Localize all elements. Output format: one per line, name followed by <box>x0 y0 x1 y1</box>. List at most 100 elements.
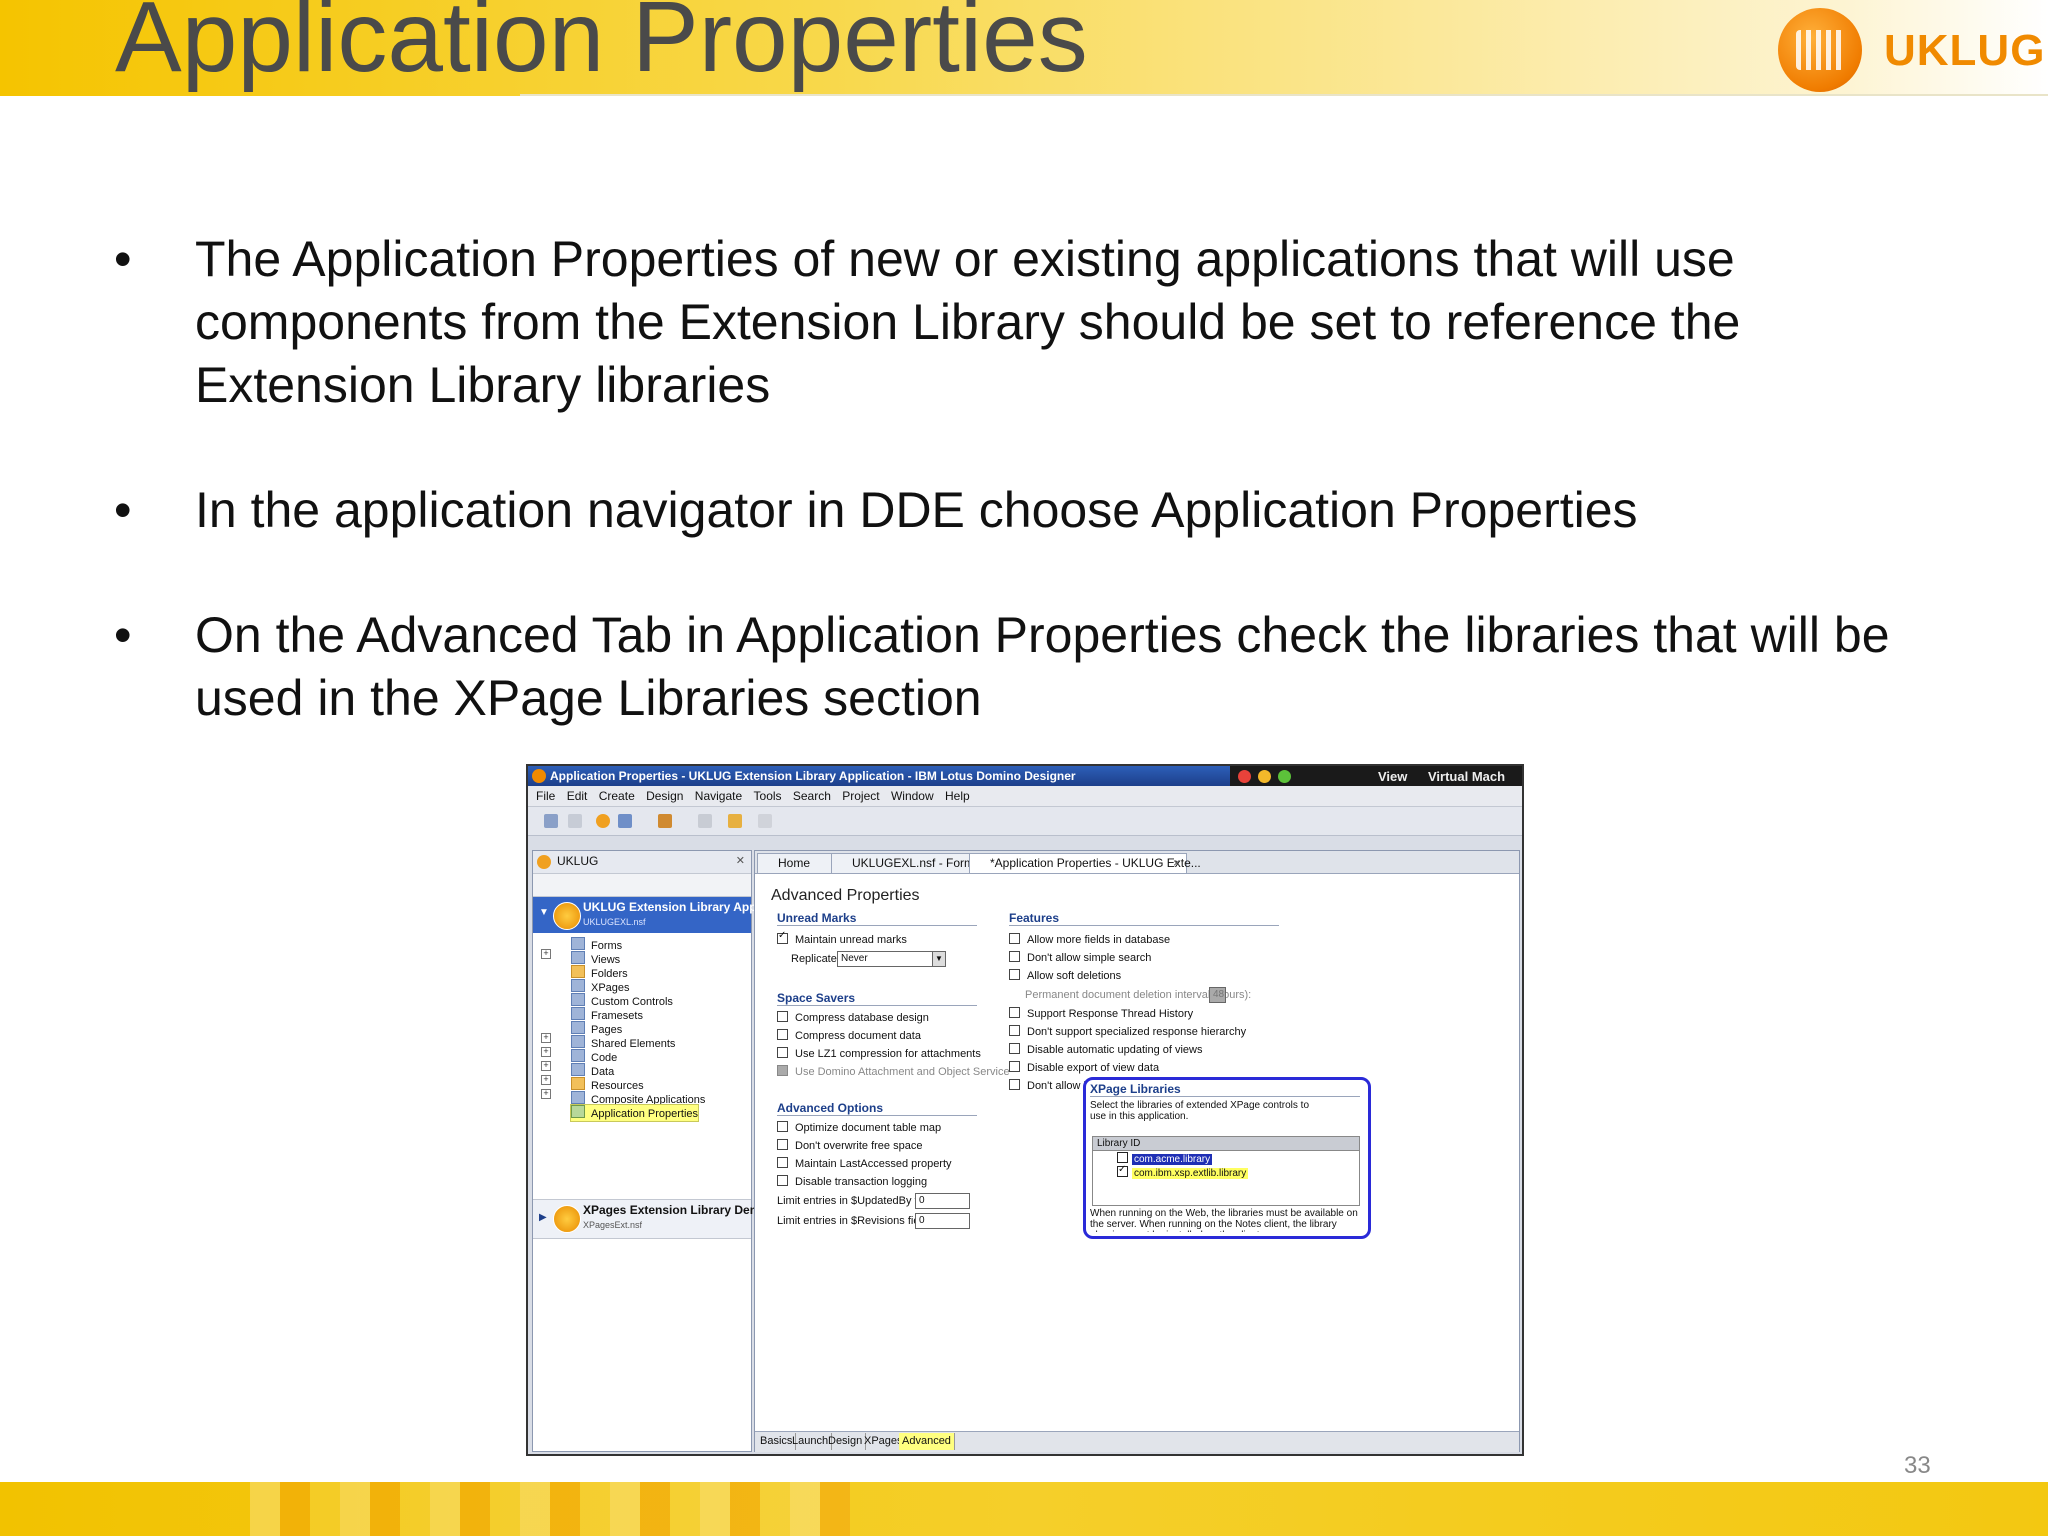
space-option[interactable]: Compress database design <box>777 1011 929 1024</box>
option-label: Don't overwrite free space <box>795 1140 923 1152</box>
checkbox-icon[interactable] <box>777 1011 788 1022</box>
checkbox-icon[interactable] <box>1009 1025 1020 1036</box>
open-db-icon[interactable] <box>618 814 632 828</box>
xpage-libraries-note: When running on the Web, the libraries m… <box>1090 1208 1358 1232</box>
demo-application[interactable]: ▶ XPages Extension Library Demo XPagesEx… <box>533 1199 768 1239</box>
feature-option[interactable]: Support Response Thread History <box>1009 1007 1193 1020</box>
advanced-option[interactable]: Maintain LastAccessed property <box>777 1157 952 1170</box>
limit-revisions-input[interactable]: 0 <box>915 1213 970 1229</box>
expand-icon[interactable]: + <box>541 1047 551 1057</box>
space-option-disabled: Use Domino Attachment and Object Service <box>777 1065 1010 1078</box>
menu-file[interactable]: File <box>536 786 555 806</box>
folders-icon <box>571 965 585 978</box>
menu-edit[interactable]: Edit <box>567 786 588 806</box>
nav-item-application-properties[interactable]: Application Properties <box>569 1104 700 1122</box>
menu-create[interactable]: Create <box>599 786 635 806</box>
replicate-select[interactable]: Never ▼ <box>837 951 946 967</box>
expand-arrow-icon[interactable]: ▼ <box>539 907 549 918</box>
maximize-dot-icon[interactable] <box>1278 770 1291 783</box>
vm-menu-view[interactable]: View <box>1378 766 1407 788</box>
chevron-down-icon[interactable]: ▼ <box>932 952 945 966</box>
navigator-header: UKLUG ✕ <box>533 851 751 874</box>
resources-icon <box>571 1077 585 1090</box>
demo-file: XPagesExt.nsf <box>583 1220 643 1230</box>
app-file: UKLUGEXL.nsf <box>583 917 646 927</box>
feature-option[interactable]: Don't allow simple search <box>1009 951 1151 964</box>
option-label: Maintain unread marks <box>795 934 907 946</box>
advanced-option[interactable]: Disable transaction logging <box>777 1175 927 1188</box>
limit-updated-input[interactable]: 0 <box>915 1193 970 1209</box>
replicate-label: Replicate: <box>791 953 840 965</box>
bullet-list: The Application Properties of new or exi… <box>110 228 1960 792</box>
domino-icon[interactable] <box>596 814 610 828</box>
feature-option[interactable]: Disable export of view data <box>1009 1061 1159 1074</box>
checkbox-icon[interactable] <box>777 1157 788 1168</box>
expand-icon[interactable]: + <box>541 949 551 959</box>
checkbox-icon[interactable] <box>1009 1007 1020 1018</box>
tab-advanced[interactable]: Advanced <box>899 1433 955 1450</box>
feature-option[interactable]: Don't support specialized response hiera… <box>1009 1025 1246 1038</box>
feature-option[interactable]: Allow more fields in database <box>1009 933 1170 946</box>
menu-search[interactable]: Search <box>793 786 831 806</box>
checkbox-icon[interactable] <box>1009 1043 1020 1054</box>
checkbox-icon[interactable] <box>1117 1152 1128 1163</box>
checkbox-icon[interactable] <box>1009 1079 1020 1090</box>
print-icon[interactable] <box>568 814 582 828</box>
tab-application-properties[interactable]: *Application Properties - UKLUG Exte... × <box>969 853 1201 873</box>
feature-option[interactable]: Allow soft deletions <box>1009 969 1121 982</box>
menu-design[interactable]: Design <box>646 786 683 806</box>
xpage-libraries-highlight: XPage Libraries Select the libraries of … <box>1083 1077 1371 1239</box>
checkbox-icon[interactable] <box>1009 933 1020 944</box>
close-icon[interactable]: ✕ <box>736 854 745 867</box>
design-tool-icon[interactable] <box>658 814 672 828</box>
checkbox-icon[interactable] <box>777 930 788 944</box>
option-label: Support Response Thread History <box>1027 1008 1194 1020</box>
logo-icon <box>1778 8 1862 92</box>
vm-menu-virtual[interactable]: Virtual Mach <box>1428 766 1505 788</box>
selected-application[interactable]: ▼ UKLUG Extension Library Appliation UKL… <box>533 897 792 933</box>
expand-icon[interactable]: + <box>541 1033 551 1043</box>
checkbox-icon[interactable] <box>777 1029 788 1040</box>
close-dot-icon[interactable] <box>1238 770 1251 783</box>
checkbox-icon[interactable] <box>777 1175 788 1186</box>
minimize-dot-icon[interactable] <box>1258 770 1271 783</box>
space-option[interactable]: Use LZ1 compression for attachments <box>777 1047 981 1060</box>
option-label: Use LZ1 compression for attachments <box>795 1048 981 1060</box>
maintain-unread-checkbox[interactable]: Maintain unread marks <box>777 930 907 946</box>
footer-decoration <box>250 1482 850 1536</box>
back-icon[interactable] <box>698 814 712 828</box>
close-tab-icon[interactable]: × <box>1173 854 1180 873</box>
option-label: Disable export of view data <box>1027 1062 1160 1074</box>
advanced-option[interactable]: Don't overwrite free space <box>777 1139 922 1152</box>
tab-label: *Application Properties - UKLUG Exte... <box>990 856 1201 870</box>
demo-name: XPages Extension Library Demo <box>583 1203 768 1217</box>
checkbox-icon[interactable] <box>1117 1163 1128 1177</box>
library-row[interactable]: com.ibm.xsp.extlib.library <box>1117 1163 1249 1180</box>
menu-window[interactable]: Window <box>891 786 934 806</box>
navigate-back-icon[interactable] <box>728 814 742 828</box>
expand-icon[interactable]: + <box>541 1089 551 1099</box>
checkbox-icon[interactable] <box>1009 951 1020 962</box>
advanced-option[interactable]: Optimize document table map <box>777 1121 941 1134</box>
checkbox-icon[interactable] <box>1009 1061 1020 1072</box>
checkbox-icon[interactable] <box>777 1121 788 1132</box>
checkbox-icon[interactable] <box>1009 969 1020 980</box>
menu-help[interactable]: Help <box>945 786 970 806</box>
expand-icon[interactable]: + <box>541 1075 551 1085</box>
space-option[interactable]: Compress document data <box>777 1029 921 1042</box>
menu-project[interactable]: Project <box>842 786 879 806</box>
navigate-forward-icon[interactable] <box>758 814 772 828</box>
expand-icon[interactable]: + <box>541 1061 551 1071</box>
menu-navigate[interactable]: Navigate <box>695 786 742 806</box>
library-id: com.ibm.xsp.extlib.library <box>1132 1168 1249 1179</box>
save-icon[interactable] <box>544 814 558 828</box>
menu-tools[interactable]: Tools <box>754 786 782 806</box>
tab-forms[interactable]: UKLUGEXL.nsf - Forms× <box>831 853 987 873</box>
feature-option[interactable]: Disable automatic updating of views <box>1009 1043 1202 1056</box>
library-row[interactable]: com.acme.library <box>1117 1152 1213 1166</box>
menu-bar: File Edit Create Design Navigate Tools S… <box>528 786 1522 807</box>
checkbox-icon[interactable] <box>777 1139 788 1150</box>
checkbox-icon[interactable] <box>777 1047 788 1058</box>
library-table: Library ID com.acme.library com.ibm.xsp.… <box>1092 1136 1360 1206</box>
collapse-arrow-icon[interactable]: ▶ <box>539 1212 547 1223</box>
